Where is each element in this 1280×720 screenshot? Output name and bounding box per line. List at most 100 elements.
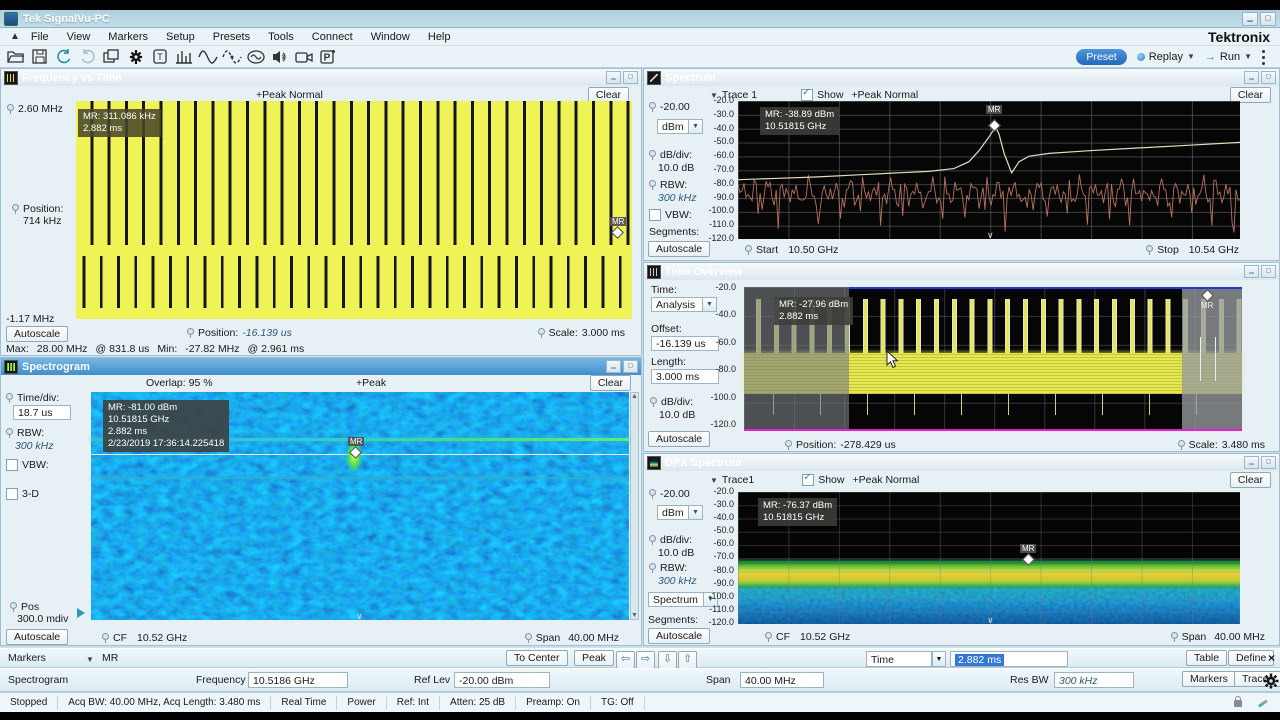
- panel-minimize-button[interactable]: ▁: [1244, 456, 1259, 469]
- minimize-button[interactable]: ▁: [1242, 12, 1258, 26]
- span-readout[interactable]: Span40.00 MHz: [1170, 631, 1265, 643]
- peak-button[interactable]: Peak: [574, 650, 614, 666]
- menu-item[interactable]: Connect: [303, 29, 362, 45]
- adjust-knob-icon[interactable]: [11, 204, 19, 214]
- x-position-readout[interactable]: Position:-16.139 us: [186, 327, 292, 339]
- panel-title-bar[interactable]: DPX Spectrum ▁▢: [644, 454, 1279, 471]
- marker-label[interactable]: MR: [348, 437, 364, 446]
- spectrogram-scrollbar[interactable]: ▲▼: [630, 392, 639, 620]
- vbw-checkbox[interactable]: VBW:: [649, 209, 692, 221]
- run-button[interactable]: → Run ▼: [1205, 51, 1252, 63]
- settings-gear-icon[interactable]: [126, 48, 146, 66]
- resbw-input[interactable]: 300 kHz: [1054, 672, 1134, 688]
- edit-icon[interactable]: [1258, 699, 1268, 707]
- rbw-value[interactable]: 300 kHz: [15, 440, 54, 452]
- pulse-icon[interactable]: [174, 48, 194, 66]
- panel-maximize-button[interactable]: ▢: [623, 71, 638, 84]
- marker-label[interactable]: MR: [1199, 301, 1215, 310]
- close-markers-bar-button[interactable]: ×: [1268, 651, 1275, 665]
- adjust-knob-icon[interactable]: [648, 150, 656, 160]
- checkbox-checked-icon[interactable]: [802, 474, 814, 486]
- markers-button[interactable]: Markers: [1182, 671, 1236, 687]
- adjust-knob-icon[interactable]: [648, 102, 656, 112]
- checkbox-icon[interactable]: [6, 459, 18, 471]
- panel-minimize-button[interactable]: ▁: [1244, 71, 1259, 84]
- replay-button[interactable]: Replay ▼: [1137, 51, 1195, 63]
- rbw-value[interactable]: 300 kHz: [658, 575, 697, 587]
- panel-title-bar[interactable]: Spectrogram ▁▢: [1, 358, 641, 375]
- timediv-label-row[interactable]: Time/div:: [5, 392, 59, 404]
- eject-icon[interactable]: ▲: [10, 31, 20, 42]
- panel-maximize-button[interactable]: ▢: [1261, 71, 1276, 84]
- preset-p-icon[interactable]: P: [318, 48, 338, 66]
- menu-item[interactable]: Setup: [157, 29, 204, 45]
- checkbox-icon[interactable]: [649, 209, 661, 221]
- panel-maximize-button[interactable]: ▢: [1261, 265, 1276, 278]
- show-checkbox[interactable]: Show: [801, 89, 843, 101]
- panel-title-bar[interactable]: Frequency vs Time ▁▢: [1, 69, 641, 86]
- x-position-readout[interactable]: Position:-278.429 us: [784, 439, 896, 451]
- autoscale-button[interactable]: Autoscale: [6, 629, 68, 645]
- adjust-knob-icon[interactable]: [784, 440, 792, 450]
- dbdiv-value[interactable]: 10.0 dB: [658, 547, 694, 559]
- span-input[interactable]: 40.00 MHz: [740, 672, 824, 688]
- displays-icon[interactable]: [102, 48, 122, 66]
- dbdiv-value[interactable]: 10.0 dB: [659, 409, 695, 421]
- menu-item[interactable]: Tools: [259, 29, 303, 45]
- ref-level-input[interactable]: -20.00 dBm: [454, 672, 550, 688]
- x-scale-readout[interactable]: Scale:3.000 ms: [537, 327, 625, 339]
- autoscale-button[interactable]: Autoscale: [648, 628, 710, 644]
- replay-dropdown-caret[interactable]: ▼: [1187, 52, 1195, 61]
- adjust-knob-icon[interactable]: [1170, 632, 1178, 642]
- panel-maximize-button[interactable]: ▢: [1261, 456, 1276, 469]
- autoscale-button[interactable]: Autoscale: [648, 241, 710, 257]
- start-frequency[interactable]: Start10.50 GHz: [744, 244, 838, 256]
- peak-right-button[interactable]: ⇨: [636, 651, 655, 669]
- time-overview-plot[interactable]: MR: -27.96 dBm 2.882 ms MR: [744, 287, 1242, 431]
- frequency-input[interactable]: 10.5186 GHz: [248, 672, 348, 688]
- scroll-grip[interactable]: [1215, 337, 1216, 380]
- to-center-button[interactable]: To Center: [506, 650, 568, 666]
- dbdiv-label-row[interactable]: dB/div:: [649, 396, 693, 408]
- span-readout[interactable]: Span40.00 MHz: [524, 632, 619, 644]
- autoscale-button[interactable]: Autoscale: [648, 431, 710, 447]
- adjust-knob-icon[interactable]: [9, 602, 17, 612]
- open-icon[interactable]: [6, 48, 26, 66]
- maximize-button[interactable]: ▢: [1260, 12, 1276, 26]
- redo-icon[interactable]: [78, 48, 98, 66]
- panel-title-bar[interactable]: Time Overview ▁▢: [644, 263, 1279, 280]
- pos-value[interactable]: 300.0 mdiv: [17, 613, 68, 625]
- center-frequency[interactable]: CF10.52 GHz: [764, 631, 850, 643]
- y-axis-position[interactable]: Position: 714 kHz: [11, 203, 63, 227]
- stop-frequency[interactable]: Stop10.54 GHz: [1145, 244, 1239, 256]
- y-axis-top[interactable]: 2.60 MHz: [6, 103, 63, 115]
- selected-marker[interactable]: MR: [102, 652, 118, 664]
- rbw-label-row[interactable]: RBW:: [5, 427, 44, 439]
- pos-label-row[interactable]: Pos: [9, 601, 39, 613]
- frequency-vs-time-plot[interactable]: MR: 311.086 kHz 2.882 ms MR: [76, 101, 632, 319]
- scroll-up-icon[interactable]: ▲: [631, 393, 638, 400]
- menu-item[interactable]: Markers: [99, 29, 157, 45]
- adjust-knob-icon[interactable]: [1145, 245, 1153, 255]
- show-checkbox[interactable]: Show: [802, 474, 844, 486]
- menu-item[interactable]: Presets: [204, 29, 259, 45]
- spectrogram-plot[interactable]: MR: -81.00 dBm 10.51815 GHz 2.882 ms 2/2…: [91, 392, 629, 620]
- adjust-knob-icon[interactable]: [537, 328, 545, 338]
- overflow-menu-icon[interactable]: [1262, 49, 1266, 65]
- audio-demod-icon[interactable]: [246, 48, 266, 66]
- waveform-icon[interactable]: [198, 48, 218, 66]
- clear-button[interactable]: Clear: [1230, 472, 1271, 488]
- dpx-plot[interactable]: MR: -76.37 dBm 10.51815 GHz MR ∨: [738, 492, 1240, 624]
- panel-minimize-button[interactable]: ▁: [606, 360, 621, 373]
- panel-minimize-button[interactable]: ▁: [606, 71, 621, 84]
- adjust-knob-icon[interactable]: [648, 180, 656, 190]
- rbw-label-row[interactable]: RBW:: [648, 562, 687, 574]
- save-icon[interactable]: [30, 48, 50, 66]
- timediv-input[interactable]: 18.7 us: [13, 405, 71, 420]
- adjust-knob-icon[interactable]: [101, 633, 109, 643]
- x-scale-readout[interactable]: Scale:3.480 ms: [1177, 439, 1265, 451]
- adjust-knob-icon[interactable]: [648, 535, 656, 545]
- marker-label[interactable]: MR: [986, 105, 1002, 114]
- spectrum-plot[interactable]: MR: -38.89 dBm 10.51815 GHz MR ∨: [738, 101, 1240, 239]
- adjust-knob-icon[interactable]: [6, 104, 14, 114]
